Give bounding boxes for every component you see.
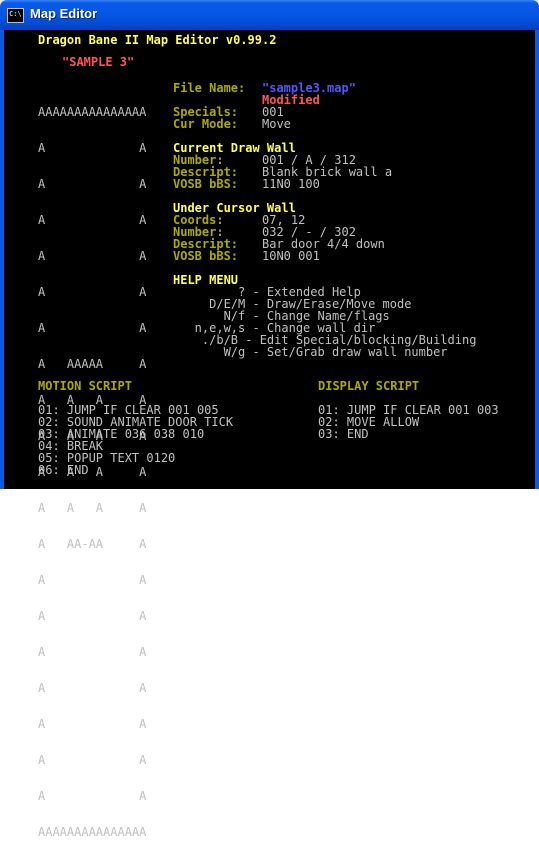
- window-frame-right: [535, 30, 539, 489]
- console-area[interactable]: Dragon Bane II Map Editor v0.99.2 "SAMPL…: [4, 30, 535, 838]
- console-icon: C:\: [7, 8, 24, 23]
- motion-script-line[interactable]: 06: END: [38, 464, 89, 476]
- map-row[interactable]: A A: [38, 682, 146, 694]
- cur-mode-label: Cur Mode:: [173, 117, 239, 131]
- motion-script-heading: MOTION SCRIPT: [38, 379, 132, 393]
- file-name-label: File Name:: [173, 81, 246, 95]
- map-row[interactable]: A A: [38, 286, 146, 298]
- map-row[interactable]: A A: [38, 646, 146, 658]
- current-vosb-value: 11N0 100: [262, 177, 320, 191]
- map-row[interactable]: A A: [38, 790, 146, 802]
- cursor-vosb-value: 10N0 001: [262, 249, 320, 263]
- window-title: Map Editor: [30, 6, 98, 21]
- map-row[interactable]: A A: [38, 718, 146, 730]
- map-row[interactable]: A A A A: [38, 502, 146, 514]
- map-row[interactable]: AAAAAAAAAAAAAAA: [38, 826, 146, 838]
- display-script-heading: DISPLAY SCRIPT: [318, 379, 420, 393]
- map-row[interactable]: A A: [38, 610, 146, 622]
- map-row[interactable]: A AA-AA A: [38, 538, 146, 550]
- map-row[interactable]: A A: [38, 178, 146, 190]
- map-row[interactable]: A A: [38, 250, 146, 262]
- map-name: "SAMPLE 3": [62, 55, 135, 69]
- app-title: Dragon Bane II Map Editor v0.99.2: [38, 33, 277, 47]
- map-row[interactable]: A A: [38, 214, 146, 226]
- map-row[interactable]: AAAAAAAAAAAAAAA: [38, 106, 146, 118]
- map-row[interactable]: A A: [38, 322, 146, 334]
- map-row[interactable]: A A: [38, 142, 146, 154]
- current-vosb-label: VOSB bBS:: [173, 177, 239, 191]
- map-row[interactable]: A AAAAA A: [38, 358, 146, 370]
- title-bar[interactable]: C:\ Map Editor: [0, 0, 539, 30]
- map-editor-window: C:\ Map Editor Dragon Bane II Map Editor…: [0, 0, 539, 838]
- cur-mode-value: Move: [262, 117, 291, 131]
- cursor-vosb-label: VOSB bBS:: [173, 249, 239, 263]
- help-line: W/g - Set/Grab draw wall number: [173, 345, 448, 359]
- map-row[interactable]: A A: [38, 754, 146, 766]
- map-row[interactable]: A A: [38, 574, 146, 586]
- display-script-line[interactable]: 03: END: [318, 428, 369, 440]
